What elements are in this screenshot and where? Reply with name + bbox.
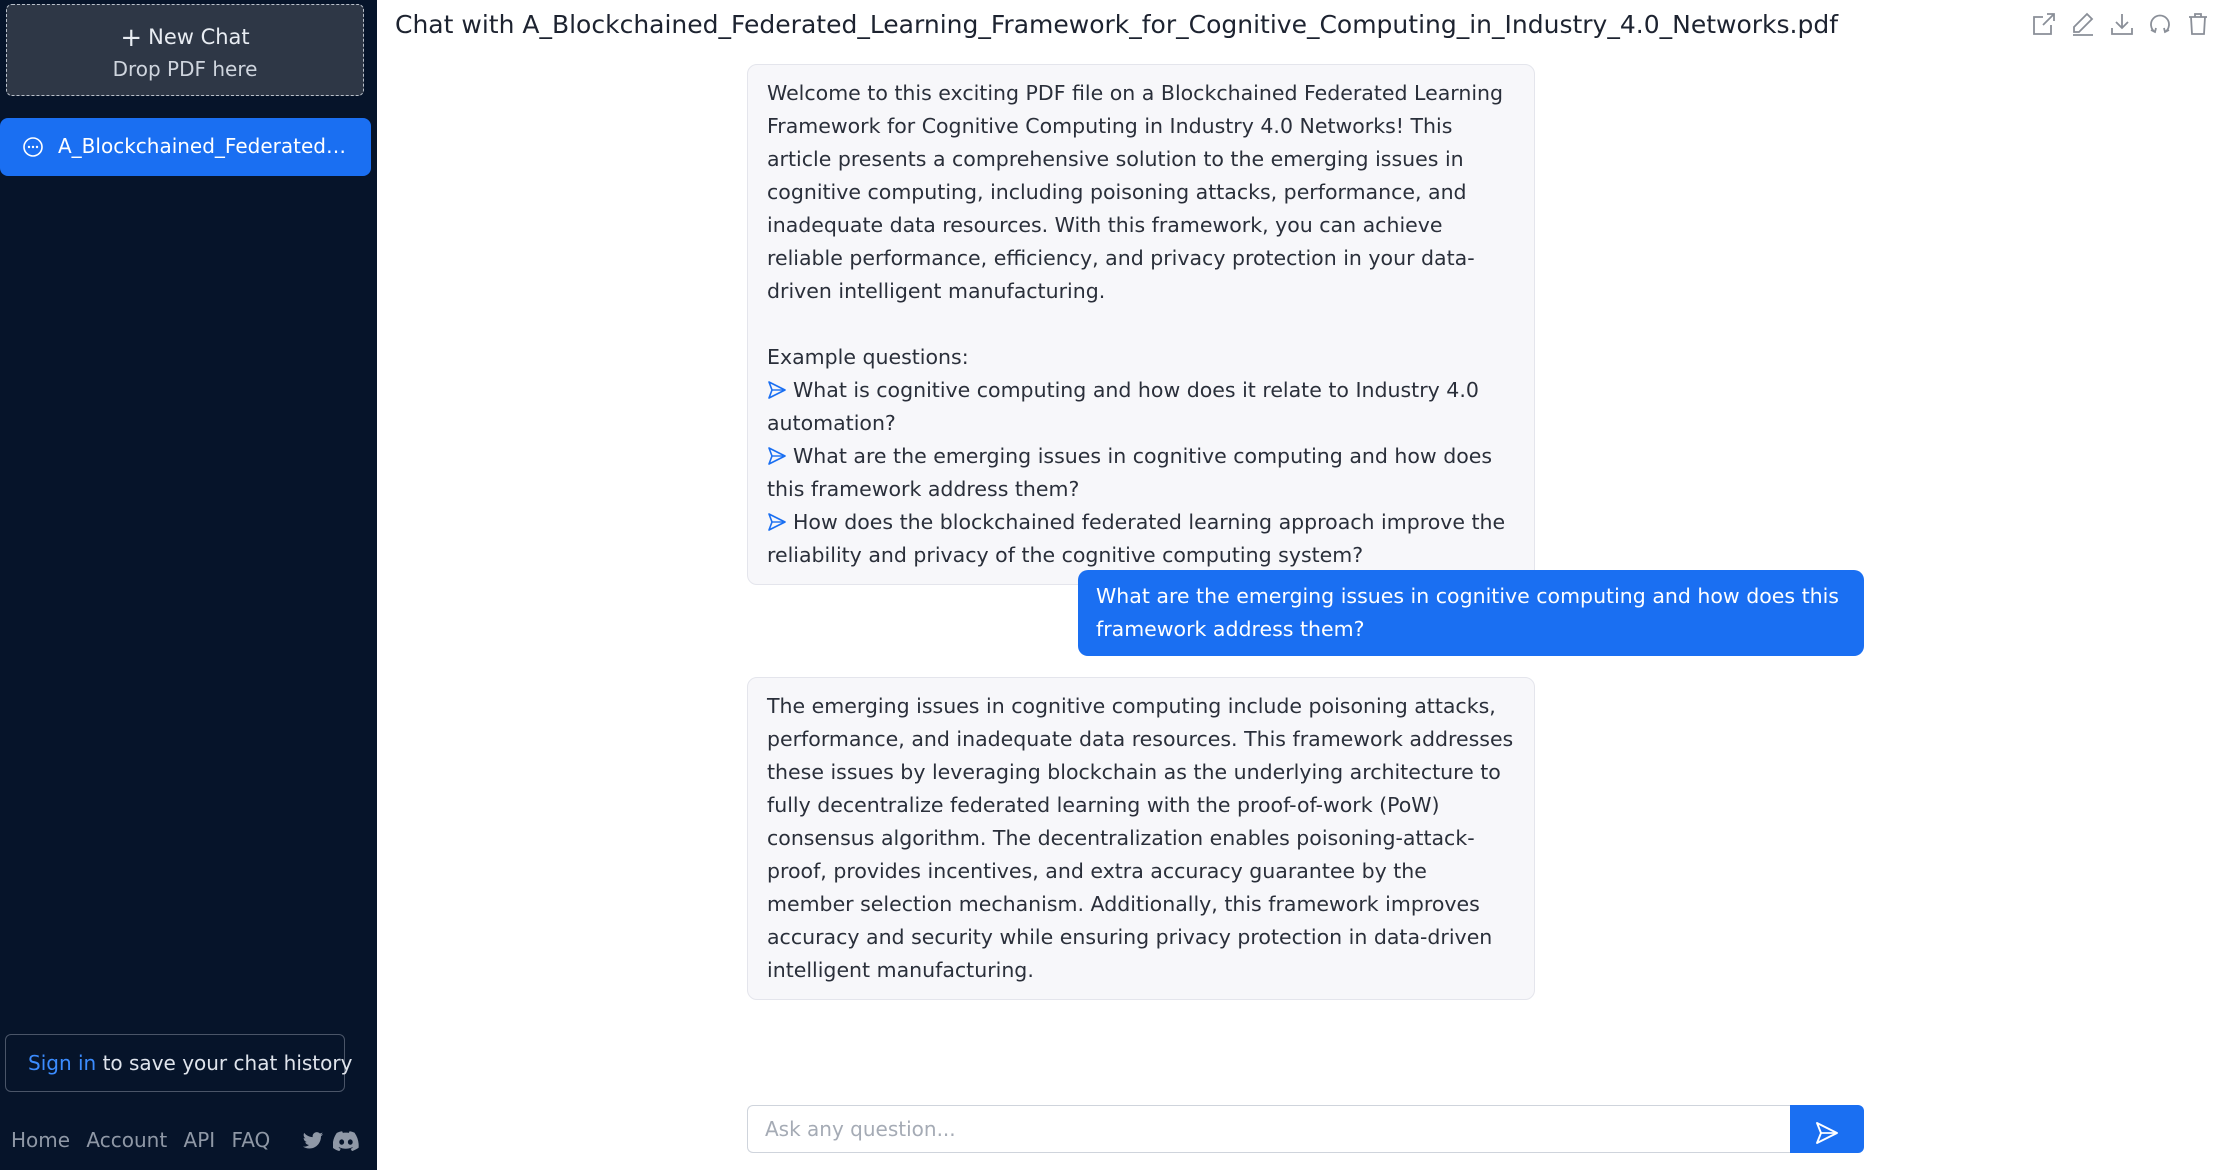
send-button[interactable] [1790,1105,1864,1153]
example-question-text: What are the emerging issues in cognitiv… [767,444,1493,501]
download-button[interactable] [2108,10,2136,38]
share-button[interactable] [2030,10,2058,38]
send-icon [1816,1122,1838,1144]
send-arrow-icon [768,513,786,531]
question-input[interactable] [747,1105,1790,1153]
example-question[interactable]: How does the blockchained federated lear… [767,506,1515,572]
sidebar-chat-label: A_Blockchained_Federated_Learning_Framew… [58,134,348,158]
share-icon [2033,13,2055,35]
send-arrow-icon [768,447,786,465]
twitter-icon[interactable] [302,1131,324,1151]
edit-button[interactable] [2069,10,2097,38]
chat-composer [747,1105,1864,1153]
send-arrow-icon [768,381,786,399]
assistant-answer-message: The emerging issues in cognitive computi… [747,677,1535,1000]
new-chat-label: New Chat [148,25,250,49]
new-chat-button[interactable]: + New Chat [7,23,363,53]
chat-bubble-icon [23,137,43,157]
plus-icon: + [120,23,143,53]
example-question-text: What is cognitive computing and how does… [767,378,1479,435]
edit-icon [2073,12,2094,36]
example-question[interactable]: What are the emerging issues in cognitiv… [767,440,1515,506]
footer-link-account[interactable]: Account [86,1128,167,1152]
refresh-button[interactable] [2146,10,2174,38]
signin-text: to save your chat history [102,1051,353,1075]
footer-link-home[interactable]: Home [11,1128,70,1152]
sidebar-chat-item[interactable]: A_Blockchained_Federated_Learning_Framew… [0,118,371,176]
download-icon [2111,14,2133,35]
discord-icon[interactable] [333,1131,359,1151]
signin-link[interactable]: Sign in [28,1051,96,1075]
footer-link-faq[interactable]: FAQ [232,1128,271,1152]
trash-icon [2189,13,2207,35]
welcome-intro: Welcome to this exciting PDF file on a B… [767,81,1504,303]
footer-link-api[interactable]: API [184,1128,216,1152]
example-question[interactable]: What is cognitive computing and how does… [767,374,1515,440]
signin-prompt: Sign in to save your chat history [5,1034,352,1092]
sidebar: + New Chat Drop PDF here A_Blockchained_F… [0,0,377,1170]
footer-links: Home Account API FAQ [11,1128,280,1152]
assistant-welcome-message: Welcome to this exciting PDF file on a B… [747,64,1535,585]
example-question-text: How does the blockchained federated lear… [767,510,1506,567]
user-message: What are the emerging issues in cognitiv… [1078,570,1864,656]
page-title: Chat with A_Blockchained_Federated_Learn… [395,10,1839,39]
delete-button[interactable] [2184,10,2212,38]
new-chat-dropzone[interactable]: + New Chat Drop PDF here [6,4,364,96]
drop-pdf-label: Drop PDF here [112,57,258,81]
refresh-icon [2150,14,2170,34]
examples-heading: Example questions: [767,345,969,369]
